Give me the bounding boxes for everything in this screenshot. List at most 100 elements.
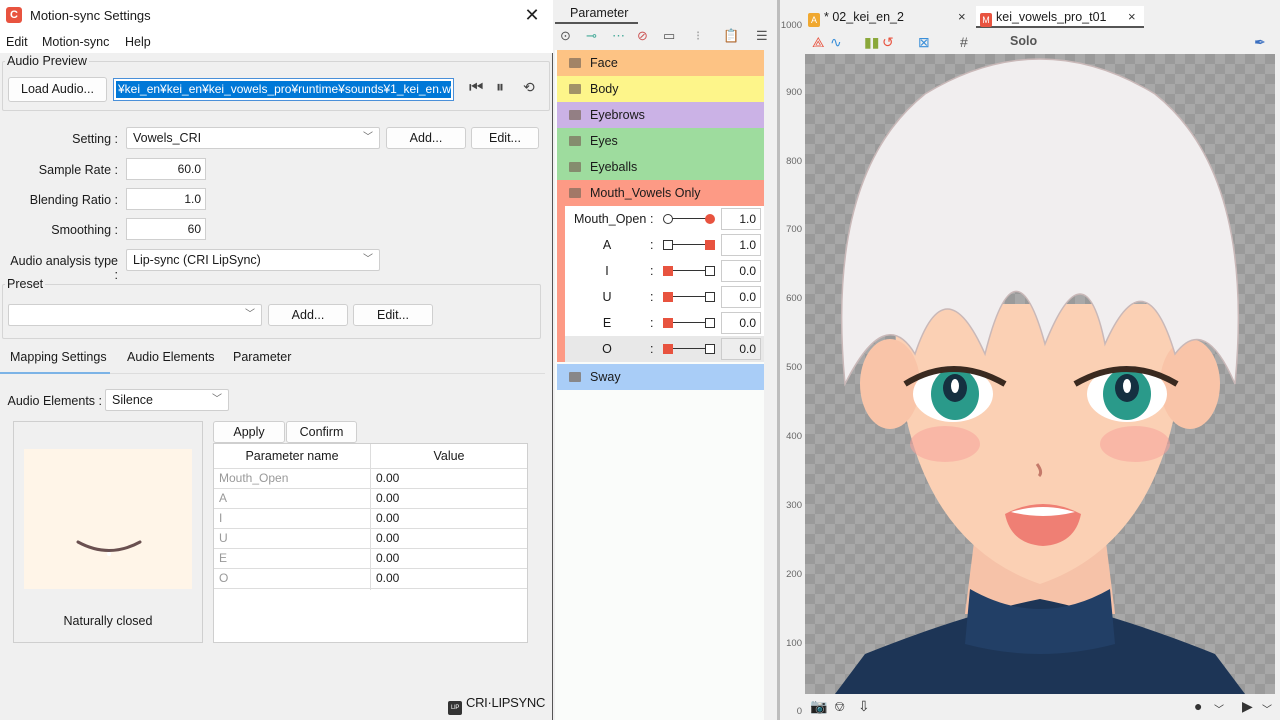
audio-path-input[interactable]: ¥kei_en¥kei_en¥kei_vowels_pro¥runtime¥so…	[113, 78, 454, 101]
group-eyeballs[interactable]: Eyeballs	[557, 154, 764, 180]
collapse-all-icon[interactable]: ⊙	[560, 28, 571, 44]
parameter-view-icon[interactable]: ▭	[663, 28, 675, 44]
tab-parameter[interactable]: Parameter	[233, 350, 291, 364]
tab-mapping-settings[interactable]: Mapping Settings	[10, 350, 107, 364]
tab-audio-elements[interactable]: Audio Elements	[127, 350, 215, 364]
capture-settings-icon[interactable]: ⎊	[834, 698, 845, 715]
group-sway[interactable]: Sway	[557, 364, 764, 390]
mapping-table: Parameter name Value Mouth_Open 0.00 A 0.0…	[213, 443, 528, 643]
colon: :	[650, 264, 654, 278]
menu-help[interactable]: Help	[125, 35, 151, 49]
chevron-down-icon[interactable]: ﹀	[1262, 701, 1272, 716]
column-header-parameter-name[interactable]: Parameter name	[214, 444, 370, 469]
slider-track[interactable]	[667, 348, 709, 349]
param-value-cell[interactable]: 0.00	[376, 549, 399, 568]
loop-icon[interactable]: ⟲	[523, 79, 535, 96]
slider-handle[interactable]	[663, 344, 673, 354]
clipboard-icon[interactable]: 📋	[723, 28, 739, 44]
analysis-type-select[interactable]: Lip-sync (CRI LipSync) ﹀	[126, 249, 380, 271]
grid-off-icon[interactable]: #	[960, 34, 968, 50]
setting-select[interactable]: Vowels_CRI ﹀	[126, 127, 380, 149]
scrollbar[interactable]	[764, 50, 777, 720]
camera-icon[interactable]: 📷	[810, 698, 827, 715]
colon: :	[650, 238, 654, 252]
slider-handle[interactable]	[663, 266, 673, 276]
cubism-logo-icon: C	[6, 7, 22, 23]
param-value-cell[interactable]: 0.00	[376, 469, 399, 488]
record-icon[interactable]: ●	[1194, 698, 1202, 714]
close-tab-icon[interactable]: ×	[1128, 6, 1136, 28]
slider-row-a: A : 1.0	[565, 232, 764, 258]
slider-handle[interactable]	[705, 240, 715, 250]
sample-rate-input[interactable]: 60.0	[126, 158, 206, 180]
group-name: Body	[590, 82, 619, 96]
setting-add-button[interactable]: Add...	[386, 127, 466, 149]
setting-edit-button[interactable]: Edit...	[471, 127, 539, 149]
tab-parameter-panel[interactable]: Parameter	[570, 6, 628, 20]
param-value-cell[interactable]: 0.00	[376, 569, 399, 588]
load-audio-button[interactable]: Load Audio...	[8, 77, 107, 102]
audio-elements-value: Silence	[112, 393, 153, 407]
deformer-icon[interactable]: ⟁	[812, 34, 825, 51]
slider-track[interactable]	[667, 244, 709, 245]
blending-ratio-input[interactable]: 1.0	[126, 188, 206, 210]
group-eyebrows[interactable]: Eyebrows	[557, 102, 764, 128]
dialog-title: Motion-sync Settings	[30, 8, 151, 23]
mesh-icon[interactable]: ⊠	[918, 34, 930, 51]
parts-icon[interactable]: ▮▮	[864, 34, 879, 51]
delete-parameter-icon[interactable]: ⊘	[637, 28, 648, 44]
blending-ratio-label: Blending Ratio :	[29, 193, 118, 207]
skip-to-start-icon[interactable]: ⏮	[469, 79, 483, 97]
confirm-button[interactable]: Confirm	[286, 421, 357, 443]
preset-edit-button[interactable]: Edit...	[353, 304, 433, 326]
param-value-cell[interactable]: 0.00	[376, 489, 399, 508]
menu-icon[interactable]: ☰	[756, 28, 768, 44]
group-mouth-vowels[interactable]: Mouth_Vowels Only	[557, 180, 764, 206]
slider-value-input[interactable]: 0.0	[721, 260, 761, 282]
parameter-panel: Parameter ⊙ ⊸ ⋯ ⊘ ▭ ⁝ 📋 ☰ Face Body Eyeb…	[555, 0, 777, 720]
slider-value-input[interactable]: 1.0	[721, 208, 761, 230]
slider-handle[interactable]	[705, 214, 715, 224]
play-icon[interactable]: ▶	[1242, 698, 1253, 715]
slider-value-input[interactable]: 0.0	[721, 312, 761, 334]
slider-track[interactable]	[667, 218, 709, 219]
slider-value-input[interactable]: 1.0	[721, 234, 761, 256]
viewer-bottom-bar: 📷 ⎊ ⇩ ● ﹀ ▶ ﹀	[804, 694, 1280, 720]
menu-motion-sync[interactable]: Motion-sync	[42, 35, 109, 49]
param-value-cell[interactable]: 0.00	[376, 529, 399, 548]
preset-add-button[interactable]: Add...	[268, 304, 348, 326]
add-multi-parameter-icon[interactable]: ⋯	[612, 28, 625, 44]
tab-kei-vowels-pro-t01[interactable]: Mkei_vowels_pro_t01 ×	[976, 6, 1144, 28]
tab-02-kei-en-2[interactable]: A * 02_kei_en_2 ×	[808, 6, 968, 28]
pen-icon[interactable]: ✒	[1254, 34, 1266, 51]
apply-button[interactable]: Apply	[213, 421, 285, 443]
add-parameter-icon[interactable]: ⊸	[586, 28, 597, 44]
model-canvas[interactable]	[805, 54, 1275, 694]
column-header-value[interactable]: Value	[371, 444, 527, 469]
close-tab-icon[interactable]: ×	[958, 6, 966, 28]
slider-value-input[interactable]: 0.0	[721, 286, 761, 308]
ruler-label: 400	[786, 431, 802, 442]
slider-handle[interactable]	[663, 318, 673, 328]
group-eyes[interactable]: Eyes	[557, 128, 764, 154]
smoothing-input[interactable]: 60	[126, 218, 206, 240]
slider-track[interactable]	[667, 322, 709, 323]
chevron-down-icon[interactable]: ﹀	[1214, 701, 1224, 716]
preset-select[interactable]: ﹀	[8, 304, 262, 326]
slider-handle[interactable]	[663, 292, 673, 302]
pause-icon[interactable]: ⏸	[496, 79, 504, 97]
slider-track[interactable]	[667, 270, 709, 271]
close-icon[interactable]: ✕	[522, 4, 542, 26]
group-face[interactable]: Face	[557, 50, 764, 76]
connect-icon[interactable]: ∿	[830, 34, 842, 51]
reset-icon[interactable]: ↺	[882, 34, 894, 51]
grid-view-icon[interactable]: ⁝	[696, 28, 700, 44]
export-capture-icon[interactable]: ⇩	[858, 698, 870, 715]
param-value-cell[interactable]: 0.00	[376, 509, 399, 528]
audio-elements-select[interactable]: Silence ﹀	[105, 389, 229, 411]
solo-toggle[interactable]: Solo	[1010, 34, 1037, 48]
group-body[interactable]: Body	[557, 76, 764, 102]
slider-value-input[interactable]: 0.0	[721, 338, 761, 360]
slider-track[interactable]	[667, 296, 709, 297]
menu-edit[interactable]: Edit	[6, 35, 28, 49]
